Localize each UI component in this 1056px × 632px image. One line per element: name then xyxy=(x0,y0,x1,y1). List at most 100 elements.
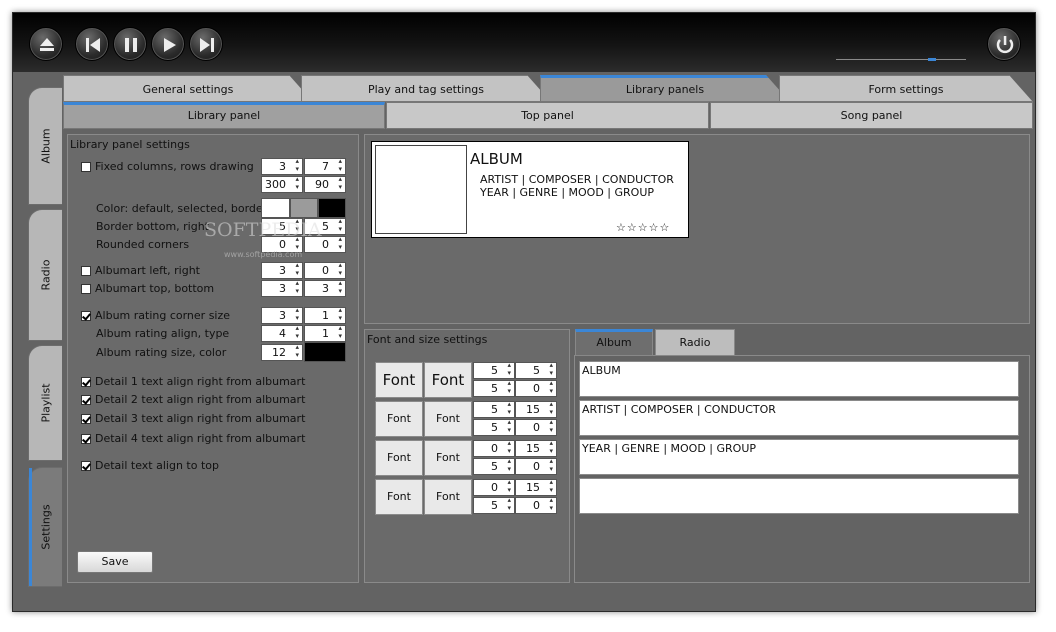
text-settings-panel: Album Radio ALBUM ARTIST | COMPOSER | CO… xyxy=(574,329,1030,583)
albumart-lr-checkbox[interactable] xyxy=(81,266,91,276)
font-button[interactable]: Font xyxy=(375,440,423,476)
volume-knob[interactable] xyxy=(928,58,936,61)
tab-play-and-tag-settings[interactable]: Play and tag settings xyxy=(301,75,551,102)
tab-form-settings-label: Form settings xyxy=(868,83,944,96)
size-spinner[interactable]: 5 xyxy=(473,418,515,436)
size-spinner[interactable]: 5 xyxy=(473,457,515,475)
side-tab-radio[interactable]: Radio xyxy=(28,209,62,341)
rating-align-spinner[interactable]: 4 xyxy=(261,324,303,342)
size-spinner[interactable]: 0 xyxy=(515,418,557,436)
font-button[interactable]: Font xyxy=(424,440,472,476)
detail1-checkbox[interactable] xyxy=(81,377,91,387)
color-border-swatch[interactable] xyxy=(318,198,346,218)
font-button[interactable]: Font xyxy=(375,362,423,398)
detail3-checkbox[interactable] xyxy=(81,414,91,424)
albumart-tb-checkbox[interactable] xyxy=(81,284,91,294)
album-preview-card: ALBUM ARTIST | COMPOSER | CONDUCTOR YEAR… xyxy=(371,141,689,238)
save-button[interactable]: Save xyxy=(77,551,153,573)
color-default-swatch[interactable] xyxy=(261,198,290,218)
detail2-label: Detail 2 text align right from albumart xyxy=(95,393,306,406)
rating-color-swatch[interactable] xyxy=(304,342,346,362)
tab-general-settings-label: General settings xyxy=(142,83,234,96)
text-field-2[interactable]: ARTIST | COMPOSER | CONDUCTOR xyxy=(579,400,1019,436)
power-button[interactable] xyxy=(987,27,1021,61)
width-spinner[interactable]: 300 xyxy=(261,175,303,193)
columns-spinner[interactable]: 3 xyxy=(261,157,303,175)
detail-top-checkbox[interactable] xyxy=(81,461,91,471)
albumart-left-spinner[interactable]: 3 xyxy=(261,261,303,279)
font-button[interactable]: Font xyxy=(424,401,472,437)
preview-album-title: ALBUM xyxy=(470,150,523,168)
eject-button[interactable] xyxy=(29,27,63,61)
albumart-right-spinner[interactable]: 0 xyxy=(304,261,346,279)
rating-size-spinner[interactable]: 1 xyxy=(304,306,346,324)
text-field-1[interactable]: ALBUM xyxy=(579,361,1019,397)
tab-library-panels[interactable]: Library panels xyxy=(540,75,790,102)
size-spinner[interactable]: 15 xyxy=(515,439,557,457)
side-tab-album[interactable]: Album xyxy=(28,87,62,205)
font-button[interactable]: Font xyxy=(424,479,472,515)
size-spinner[interactable]: 5 xyxy=(473,379,515,397)
detail-top-label: Detail text align to top xyxy=(95,459,219,472)
side-tab-playlist-label: Playlist xyxy=(39,383,52,423)
text-field-4[interactable] xyxy=(579,478,1019,514)
rating-corner-label: Album rating corner size xyxy=(95,309,231,322)
rows-spinner[interactable]: 7 xyxy=(304,157,346,175)
rating-font-size-spinner[interactable]: 12 xyxy=(261,343,303,361)
albumart-lr-label: Albumart left, right xyxy=(95,264,200,277)
tab-top-panel[interactable]: Top panel xyxy=(386,102,709,129)
size-spinner[interactable]: 0 xyxy=(473,439,515,457)
font-button[interactable]: Font xyxy=(424,362,472,398)
text-tab-radio[interactable]: Radio xyxy=(655,329,735,356)
volume-slider[interactable] xyxy=(836,58,966,61)
text-tab-album-label: Album xyxy=(596,336,632,349)
font-button[interactable]: Font xyxy=(375,479,423,515)
rating-corner-spinner[interactable]: 3 xyxy=(261,306,303,324)
size-spinner[interactable]: 5 xyxy=(515,361,557,379)
side-tab-settings[interactable]: Settings xyxy=(28,467,62,587)
tab-library-panel[interactable]: Library panel xyxy=(63,102,385,129)
size-spinner[interactable]: 0 xyxy=(515,496,557,514)
text-field-3[interactable]: YEAR | GENRE | MOOD | GROUP xyxy=(579,439,1019,475)
rounded-label: Rounded corners xyxy=(96,238,190,251)
color-selected-swatch[interactable] xyxy=(290,198,318,218)
section-title: Library panel settings xyxy=(70,138,190,151)
size-spinner[interactable]: 5 xyxy=(473,400,515,418)
preview-detail-line2: YEAR | GENRE | MOOD | GROUP xyxy=(480,186,655,199)
detail4-checkbox[interactable] xyxy=(81,434,91,444)
side-tab-settings-label: Settings xyxy=(39,504,52,550)
library-panel-settings: Library panel settings Fixed columns, ro… xyxy=(67,134,359,583)
font-button[interactable]: Font xyxy=(375,401,423,437)
size-spinner[interactable]: 0 xyxy=(515,379,557,397)
size-spinner[interactable]: 15 xyxy=(515,400,557,418)
height-spinner[interactable]: 90 xyxy=(304,175,346,193)
next-icon xyxy=(200,38,214,52)
size-spinner[interactable]: 15 xyxy=(515,478,557,496)
play-button[interactable] xyxy=(151,27,185,61)
font-section-title: Font and size settings xyxy=(367,333,488,346)
tab-song-panel[interactable]: Song panel xyxy=(710,102,1033,129)
rating-align-label: Album rating align, type xyxy=(96,327,230,340)
size-spinner[interactable]: 5 xyxy=(473,361,515,379)
rating-type-spinner[interactable]: 1 xyxy=(304,324,346,342)
albumart-top-spinner[interactable]: 3 xyxy=(261,279,303,297)
tab-form-settings[interactable]: Form settings xyxy=(779,75,1033,102)
size-spinner[interactable]: 5 xyxy=(473,496,515,514)
next-button[interactable] xyxy=(189,27,223,61)
size-spinner[interactable]: 0 xyxy=(473,478,515,496)
previous-button[interactable] xyxy=(75,27,109,61)
rating-size-label: Album rating size, color xyxy=(96,346,227,359)
fixed-columns-checkbox[interactable] xyxy=(81,162,91,172)
pause-button[interactable] xyxy=(113,27,147,61)
text-tab-album[interactable]: Album xyxy=(575,329,653,356)
side-tab-playlist[interactable]: Playlist xyxy=(28,345,62,461)
text-tab-radio-label: Radio xyxy=(679,336,711,349)
album-rating-checkbox[interactable] xyxy=(81,311,91,321)
albumart-placeholder xyxy=(375,145,467,234)
detail2-checkbox[interactable] xyxy=(81,395,91,405)
size-spinner[interactable]: 0 xyxy=(515,457,557,475)
play-icon xyxy=(164,38,176,52)
albumart-bottom-spinner[interactable]: 3 xyxy=(304,279,346,297)
tab-general-settings[interactable]: General settings xyxy=(63,75,313,102)
player-toolbar xyxy=(13,13,1035,72)
